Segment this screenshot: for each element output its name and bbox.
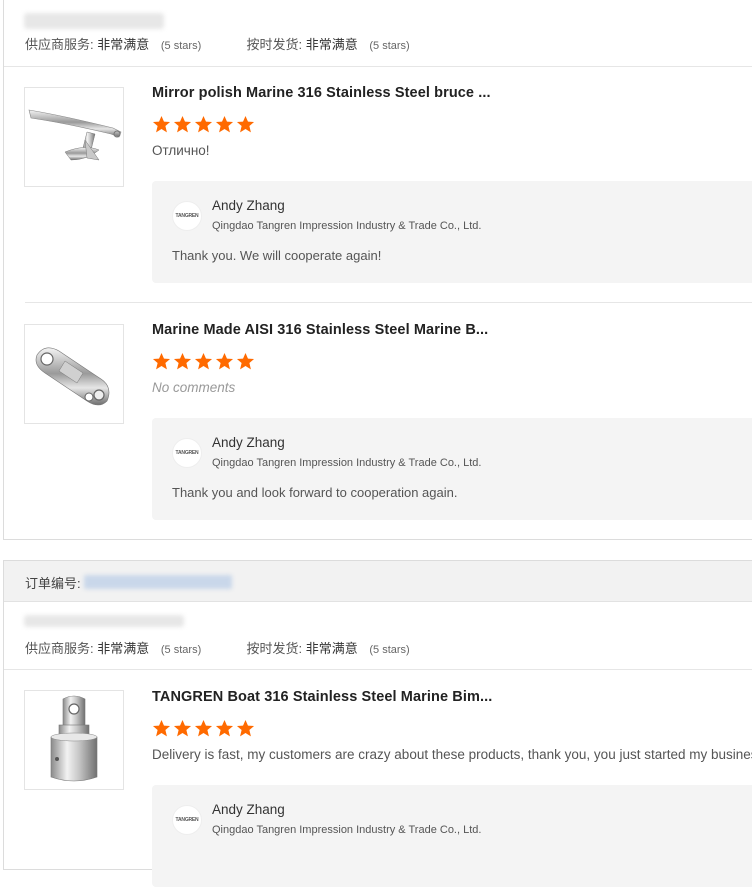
on-time-delivery-value: 非常满意 [305, 37, 358, 52]
order-header: 订单编号: [4, 561, 752, 602]
seller-reply: TANGREN Andy Zhang Qingdao Tangren Impre… [152, 418, 752, 520]
anchor-swivel-image [35, 347, 110, 406]
on-time-delivery-stars: (5 stars) [369, 644, 410, 656]
order-ratings: 供应商服务: 非常满意 (5 stars) 按时发货: 非常满意 (5 star… [25, 638, 410, 657]
product-thumbnail-bimini-cap[interactable] [24, 690, 124, 790]
seller-company: Qingdao Tangren Impression Industry & Tr… [212, 457, 482, 469]
supplier-service-stars: (5 stars) [160, 644, 202, 656]
order-ratings: 供应商服务: 非常满意 (5 stars) 按时发货: 非常满意 (5 star… [25, 34, 410, 53]
supplier-service-stars: (5 stars) [160, 40, 202, 52]
product-star-rating [152, 719, 255, 739]
star-icon [236, 719, 255, 738]
seller-avatar: TANGREN [172, 805, 202, 835]
seller-reply: TANGREN Andy Zhang Qingdao Tangren Impre… [152, 785, 752, 887]
star-icon [236, 352, 255, 371]
star-icon [194, 115, 213, 134]
item-divider [25, 302, 752, 303]
seller-avatar: TANGREN [172, 438, 202, 468]
buyer-comment: Отлично! [152, 143, 210, 158]
redacted-order-number [84, 575, 232, 589]
redacted-order-info [24, 615, 184, 627]
star-icon [215, 352, 234, 371]
star-icon [173, 352, 192, 371]
on-time-delivery-stars: (5 stars) [369, 40, 410, 52]
seller-reply-text: Thank you. We will cooperate again! [172, 248, 382, 263]
star-icon [236, 115, 255, 134]
supplier-service-label: 供应商服务: [25, 641, 94, 656]
star-icon [152, 115, 171, 134]
star-icon [194, 352, 213, 371]
seller-name: Andy Zhang [212, 802, 285, 817]
product-star-rating [152, 115, 255, 135]
star-icon [152, 352, 171, 371]
bimini-top-cap-image [50, 695, 98, 782]
star-icon [152, 719, 171, 738]
order-card-2: 订单编号: 供应商服务: 非常满意 (5 stars) 按时发货: 非常满意 (… [3, 560, 752, 887]
seller-logo-text: TANGREN [175, 450, 199, 456]
product-title[interactable]: Marine Made AISI 316 Stainless Steel Mar… [152, 322, 488, 338]
supplier-service-value: 非常满意 [97, 37, 150, 52]
star-icon [173, 719, 192, 738]
redacted-order-info [24, 13, 164, 29]
star-icon [194, 719, 213, 738]
seller-name: Andy Zhang [212, 435, 285, 450]
order-number-label: 订单编号: [25, 576, 81, 591]
on-time-delivery-label: 按时发货: [246, 37, 303, 52]
product-title[interactable]: Mirror polish Marine 316 Stainless Steel… [152, 85, 491, 101]
buyer-comment: No comments [152, 380, 236, 395]
seller-name: Andy Zhang [212, 198, 285, 213]
seller-logo-text: TANGREN [175, 213, 199, 219]
star-icon [215, 719, 234, 738]
bruce-anchor-image [28, 109, 122, 161]
star-icon [215, 115, 234, 134]
product-thumbnail-bruce-anchor[interactable] [24, 87, 124, 187]
seller-reply-text: Thank you and look forward to cooperatio… [172, 485, 458, 500]
seller-company: Qingdao Tangren Impression Industry & Tr… [212, 220, 482, 232]
seller-avatar: TANGREN [172, 201, 202, 231]
on-time-delivery-label: 按时发货: [246, 641, 303, 656]
supplier-service-value: 非常满意 [97, 641, 150, 656]
divider [4, 66, 752, 67]
on-time-delivery-value: 非常满意 [305, 641, 358, 656]
seller-company: Qingdao Tangren Impression Industry & Tr… [212, 824, 482, 836]
seller-logo-text: TANGREN [175, 817, 199, 823]
order-card-1: 供应商服务: 非常满意 (5 stars) 按时发货: 非常满意 (5 star… [3, 0, 752, 540]
supplier-service-label: 供应商服务: [25, 37, 94, 52]
product-star-rating [152, 352, 255, 372]
product-thumbnail-swivel[interactable] [24, 324, 124, 424]
star-icon [173, 115, 192, 134]
seller-reply: TANGREN Andy Zhang Qingdao Tangren Impre… [152, 181, 752, 283]
divider [4, 669, 752, 670]
product-title[interactable]: TANGREN Boat 316 Stainless Steel Marine … [152, 689, 492, 705]
buyer-comment: Delivery is fast, my customers are crazy… [152, 747, 752, 762]
